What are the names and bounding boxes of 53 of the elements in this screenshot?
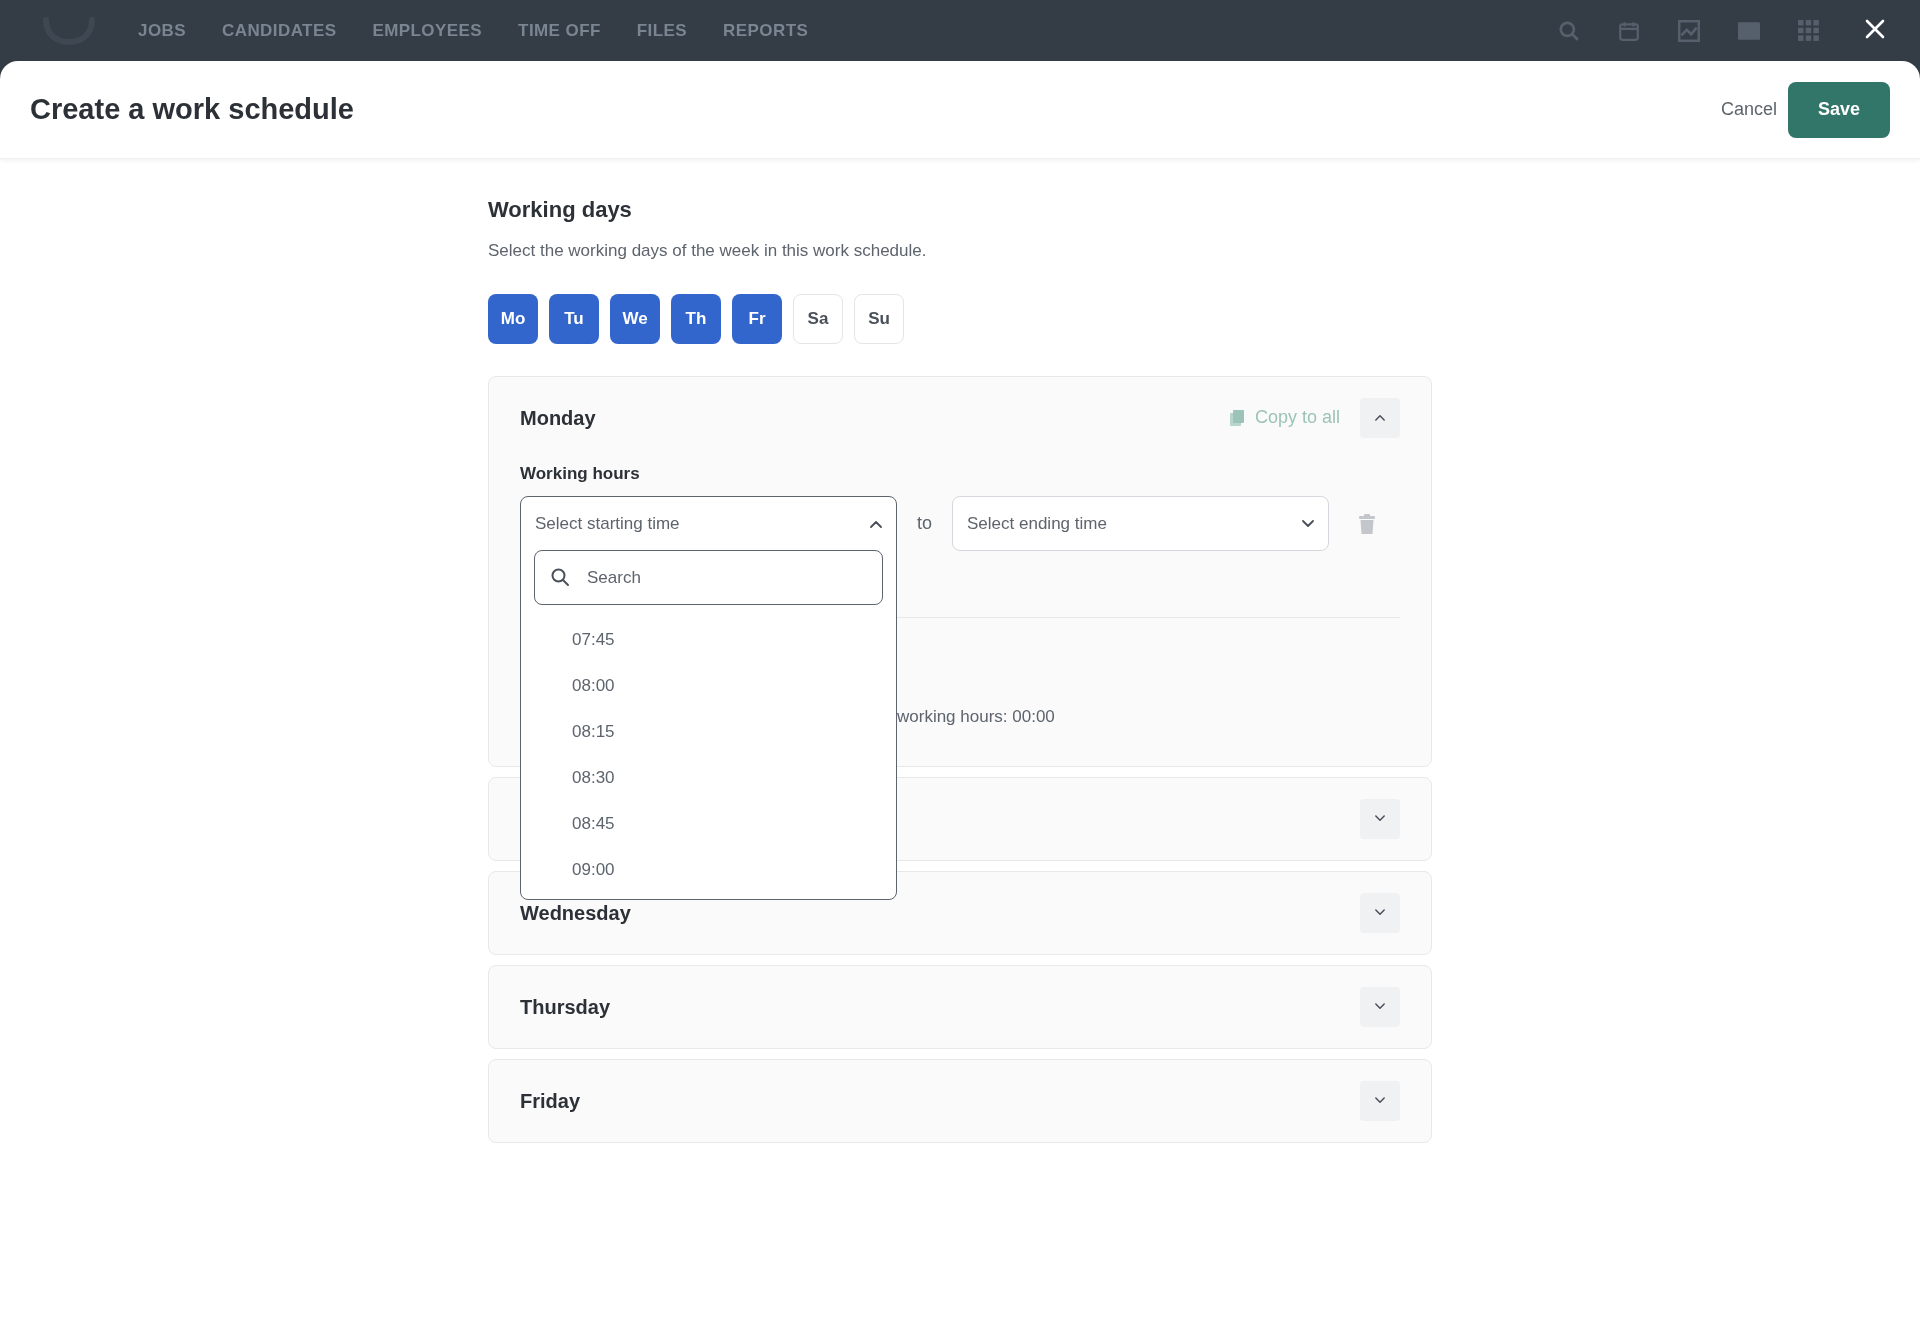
day-toggle[interactable]: Fr bbox=[732, 293, 782, 344]
close-icon bbox=[1865, 19, 1885, 39]
grid-icon[interactable] bbox=[1798, 19, 1820, 42]
chevron-down-icon bbox=[1302, 519, 1314, 528]
chevron-down-icon bbox=[1375, 815, 1385, 822]
day-toggle[interactable]: We bbox=[610, 293, 660, 344]
chevron-up-icon bbox=[1375, 414, 1385, 421]
start-time-select[interactable]: Select starting time bbox=[521, 497, 896, 550]
chevron-down-icon bbox=[1375, 1003, 1385, 1010]
day-toggle[interactable]: Sa bbox=[793, 293, 843, 344]
day-toggle[interactable]: Su bbox=[854, 293, 904, 344]
day-title: Thursday bbox=[520, 994, 611, 1020]
time-option[interactable]: 08:30 bbox=[521, 755, 896, 801]
field-label: Working hours bbox=[520, 462, 641, 485]
collapse-toggle-button[interactable] bbox=[1360, 986, 1400, 1027]
search-icon[interactable] bbox=[1558, 19, 1580, 42]
collapse-toggle-button[interactable] bbox=[1360, 892, 1400, 933]
cancel-button[interactable]: Cancel bbox=[1720, 96, 1777, 123]
section-description: Select the working days of the week in this work schedule. bbox=[488, 240, 928, 262]
total-hours-text: working hours: 00:00 bbox=[897, 706, 1055, 728]
nav-link[interactable]: JOBS bbox=[138, 17, 186, 44]
calendar-icon[interactable] bbox=[1618, 19, 1640, 42]
time-option[interactable]: 08:15 bbox=[521, 709, 896, 755]
nav-link[interactable]: FILES bbox=[636, 17, 688, 44]
time-option[interactable]: 08:45 bbox=[521, 801, 896, 847]
to-label: to bbox=[917, 512, 932, 535]
save-button[interactable]: Save bbox=[1788, 81, 1890, 138]
chevron-down-icon bbox=[1375, 909, 1385, 916]
day-toggle[interactable]: Th bbox=[671, 293, 721, 344]
time-option[interactable]: 08:00 bbox=[521, 663, 896, 709]
search-field[interactable]: Search bbox=[534, 550, 883, 605]
collapse-toggle-button[interactable] bbox=[1360, 1080, 1400, 1121]
nav-link[interactable]: TIME OFF bbox=[518, 17, 601, 44]
time-option[interactable]: 09:00 bbox=[521, 847, 896, 893]
trash-icon[interactable] bbox=[1357, 512, 1377, 535]
nav-link[interactable]: CANDIDATES bbox=[222, 17, 337, 44]
search-icon bbox=[550, 567, 570, 587]
day-title: Monday bbox=[520, 405, 596, 431]
chart-icon[interactable] bbox=[1678, 19, 1700, 42]
day-toggle[interactable]: Mo bbox=[488, 293, 538, 344]
chevron-down-icon bbox=[1375, 1097, 1385, 1104]
end-time-select[interactable]: Select ending time bbox=[952, 496, 1329, 551]
day-title: Friday bbox=[520, 1088, 581, 1114]
nav-link[interactable]: REPORTS bbox=[723, 17, 809, 44]
day-toggle[interactable]: Tu bbox=[549, 293, 599, 344]
collapse-toggle-button[interactable] bbox=[1360, 798, 1400, 839]
modal-title: Create a work schedule bbox=[30, 91, 354, 127]
day-title: Wednesday bbox=[520, 900, 631, 926]
nav-link[interactable]: EMPLOYEES bbox=[372, 17, 483, 44]
chevron-up-icon bbox=[870, 519, 882, 528]
collapse-toggle-button[interactable] bbox=[1360, 397, 1400, 438]
section-heading: Working days bbox=[488, 196, 633, 224]
time-option[interactable]: 07:45 bbox=[521, 617, 896, 663]
